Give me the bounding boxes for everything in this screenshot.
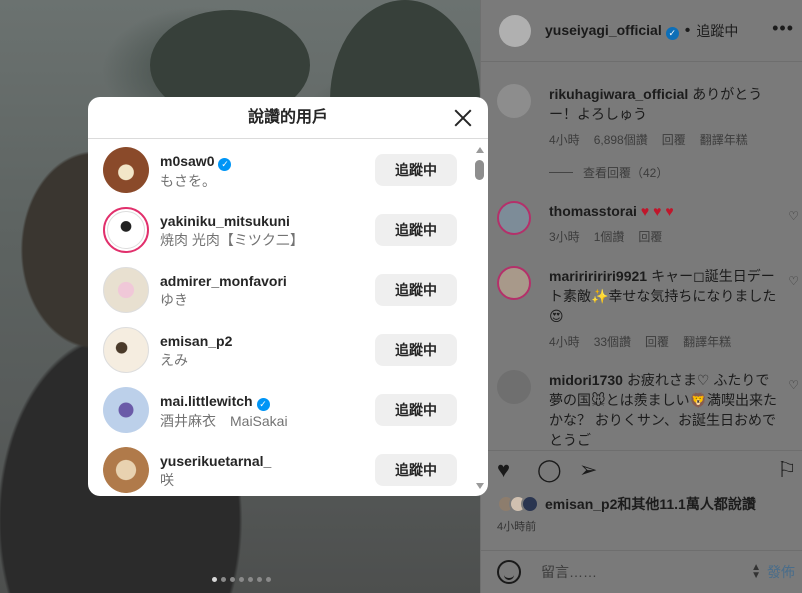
comment-likes[interactable]: 6,898個讚 xyxy=(594,130,648,150)
user-display-name: ゆき xyxy=(160,292,188,308)
following-button[interactable]: 追蹤中 xyxy=(375,334,457,366)
reply-button[interactable]: 回覆 xyxy=(645,332,669,352)
post-actions: ♥ ◯ ➢ ⚐ xyxy=(481,450,802,486)
commenter-username[interactable]: maririririri9921 xyxy=(549,268,647,284)
comment-likes[interactable]: 33個讚 xyxy=(594,332,631,352)
comment-likes[interactable]: 1個讚 xyxy=(594,227,625,247)
comment: rikuhagiwara_official ありがとうー！よろしゅう 4小時 6,… xyxy=(497,84,797,150)
likes-summary[interactable]: emisan_p2和其他11.1萬人都說讚 xyxy=(497,494,756,514)
user-avatar[interactable] xyxy=(103,447,149,493)
user-display-name: えみ xyxy=(160,352,188,368)
comment-input[interactable]: 留言…… xyxy=(541,562,597,582)
emoji-icon[interactable] xyxy=(497,560,521,584)
translate-button[interactable]: 翻譯年糕 xyxy=(700,130,748,150)
user-avatar[interactable] xyxy=(103,267,149,313)
modal-header: 說讚的用戶 xyxy=(88,97,488,139)
share-icon[interactable]: ➢ xyxy=(579,457,597,483)
scroll-up-icon[interactable] xyxy=(476,147,484,153)
following-button[interactable]: 追蹤中 xyxy=(375,214,457,246)
following-button[interactable]: 追蹤中 xyxy=(375,154,457,186)
author-avatar[interactable] xyxy=(499,14,531,47)
scroll-down-icon[interactable] xyxy=(476,483,484,489)
liked-users-list: m0saw0 ✓ もさを。 追蹤中 yakiniku_mitsukuni 焼肉 光… xyxy=(88,140,488,496)
commenter-avatar[interactable] xyxy=(497,201,531,235)
user-handle[interactable]: m0saw0 ✓ xyxy=(160,152,232,171)
user-display-name: 焼肉 光肉【ミツク二】 xyxy=(160,232,304,248)
reply-button[interactable]: 回覆 xyxy=(638,227,662,247)
comment-time: 3小時 xyxy=(549,230,580,244)
user-avatar[interactable] xyxy=(103,147,149,193)
comment-time: 4小時 xyxy=(549,335,580,349)
comment: midori1730 お疲れさま♡ ふたりで夢の国🐭とは羨ましい🦁満喫出来たかな？… xyxy=(497,370,799,450)
view-replies-label: 查看回覆（42） xyxy=(583,166,669,180)
replies-line xyxy=(549,172,573,173)
following-button[interactable]: 追蹤中 xyxy=(375,454,457,486)
user-row: emisan_p2 えみ 追蹤中 xyxy=(88,320,472,380)
modal-scrollbar[interactable] xyxy=(475,147,485,489)
commenter-username[interactable]: thomasstorai xyxy=(549,203,637,219)
view-replies[interactable]: 查看回覆（42） xyxy=(549,164,668,181)
carousel-dots xyxy=(212,577,271,582)
user-handle[interactable]: yuserikuetarnal_ xyxy=(160,452,271,470)
scroll-thumb[interactable] xyxy=(475,160,484,180)
add-comment-bar: 留言…… ▲ ▼ 發佈 xyxy=(481,550,802,593)
commenter-avatar[interactable] xyxy=(497,266,531,300)
user-avatar[interactable] xyxy=(103,327,149,373)
following-button[interactable]: 追蹤中 xyxy=(375,274,457,306)
reply-button[interactable]: 回覆 xyxy=(662,130,686,150)
like-heart-icon[interactable]: ♥ xyxy=(497,457,510,483)
translate-button[interactable]: 翻譯年糕 xyxy=(683,332,731,352)
likes-summary-text: emisan_p2和其他11.1萬人都說讚 xyxy=(545,496,756,512)
post-side-panel: yuseiyagi_official ✓ • 追蹤中 ••• rikuhagiwa… xyxy=(480,0,802,593)
user-handle[interactable]: mai.littlewitch ✓ xyxy=(160,392,288,411)
author-username[interactable]: yuseiyagi_official ✓ xyxy=(545,22,679,40)
post-time-ago: 4小時前 xyxy=(497,521,537,533)
post-header: yuseiyagi_official ✓ • 追蹤中 ••• xyxy=(481,0,802,62)
comment-like-heart-icon[interactable]: ♡ xyxy=(788,209,799,223)
close-icon[interactable] xyxy=(454,108,472,126)
user-row: yakiniku_mitsukuni 焼肉 光肉【ミツク二】 追蹤中 xyxy=(88,200,472,260)
verified-icon: ✓ xyxy=(665,26,679,40)
comments-list: rikuhagiwara_official ありがとうー！よろしゅう 4小時 6,… xyxy=(481,70,802,450)
comment-like-heart-icon[interactable]: ♡ xyxy=(788,378,799,392)
user-avatar[interactable] xyxy=(103,207,149,253)
user-row: admirer_monfavori ゆき 追蹤中 xyxy=(88,260,472,320)
verified-icon: ✓ xyxy=(218,158,232,171)
liker-avatar xyxy=(521,495,539,513)
user-handle[interactable]: admirer_monfavori xyxy=(160,272,287,290)
user-row: mai.littlewitch ✓ 酒井麻衣 MaiSakai 追蹤中 xyxy=(88,380,472,440)
commenter-avatar[interactable] xyxy=(497,370,531,404)
comment: maririririri9921 キャー◻︎誕生日デート素敵✨幸せな気持ちになりま… xyxy=(497,266,799,352)
user-display-name: 酒井麻衣 MaiSakai xyxy=(160,413,288,429)
modal-title: 說讚的用戶 xyxy=(247,109,328,126)
commenter-avatar[interactable] xyxy=(497,84,531,118)
user-handle[interactable]: yakiniku_mitsukuni xyxy=(160,212,304,230)
comment-text: ♥ ♥ ♥ xyxy=(640,203,674,219)
user-handle[interactable]: emisan_p2 xyxy=(160,332,232,350)
user-avatar[interactable] xyxy=(103,387,149,433)
user-row: m0saw0 ✓ もさを。 追蹤中 xyxy=(88,140,472,200)
comment: thomasstorai ♥ ♥ ♥ 3小時 1個讚 回覆 ♡ xyxy=(497,201,799,247)
likes-modal: 說讚的用戶 m0saw0 ✓ もさを。 追蹤中 yakiniku_mitsukun… xyxy=(88,97,488,496)
user-display-name: 咲 xyxy=(160,472,174,488)
follow-status[interactable]: 追蹤中 xyxy=(696,21,738,41)
comment-icon[interactable]: ◯ xyxy=(537,457,562,483)
post-comment-button[interactable]: 發佈 xyxy=(767,562,795,582)
comment-like-heart-icon[interactable]: ♡ xyxy=(788,274,799,288)
more-options-icon[interactable]: ••• xyxy=(772,18,794,39)
following-button[interactable]: 追蹤中 xyxy=(375,394,457,426)
commenter-username[interactable]: rikuhagiwara_official xyxy=(549,86,688,102)
separator-dot: • xyxy=(684,21,691,39)
verified-icon: ✓ xyxy=(256,398,270,411)
comment-time: 4小時 xyxy=(549,133,580,147)
commenter-username[interactable]: midori1730 xyxy=(549,372,623,388)
updown-icon: ▲ ▼ xyxy=(751,562,761,581)
user-display-name: もさを。 xyxy=(160,173,216,189)
user-row: yuserikuetarnal_ 咲 追蹤中 xyxy=(88,440,472,496)
save-bookmark-icon[interactable]: ⚐ xyxy=(777,457,797,483)
